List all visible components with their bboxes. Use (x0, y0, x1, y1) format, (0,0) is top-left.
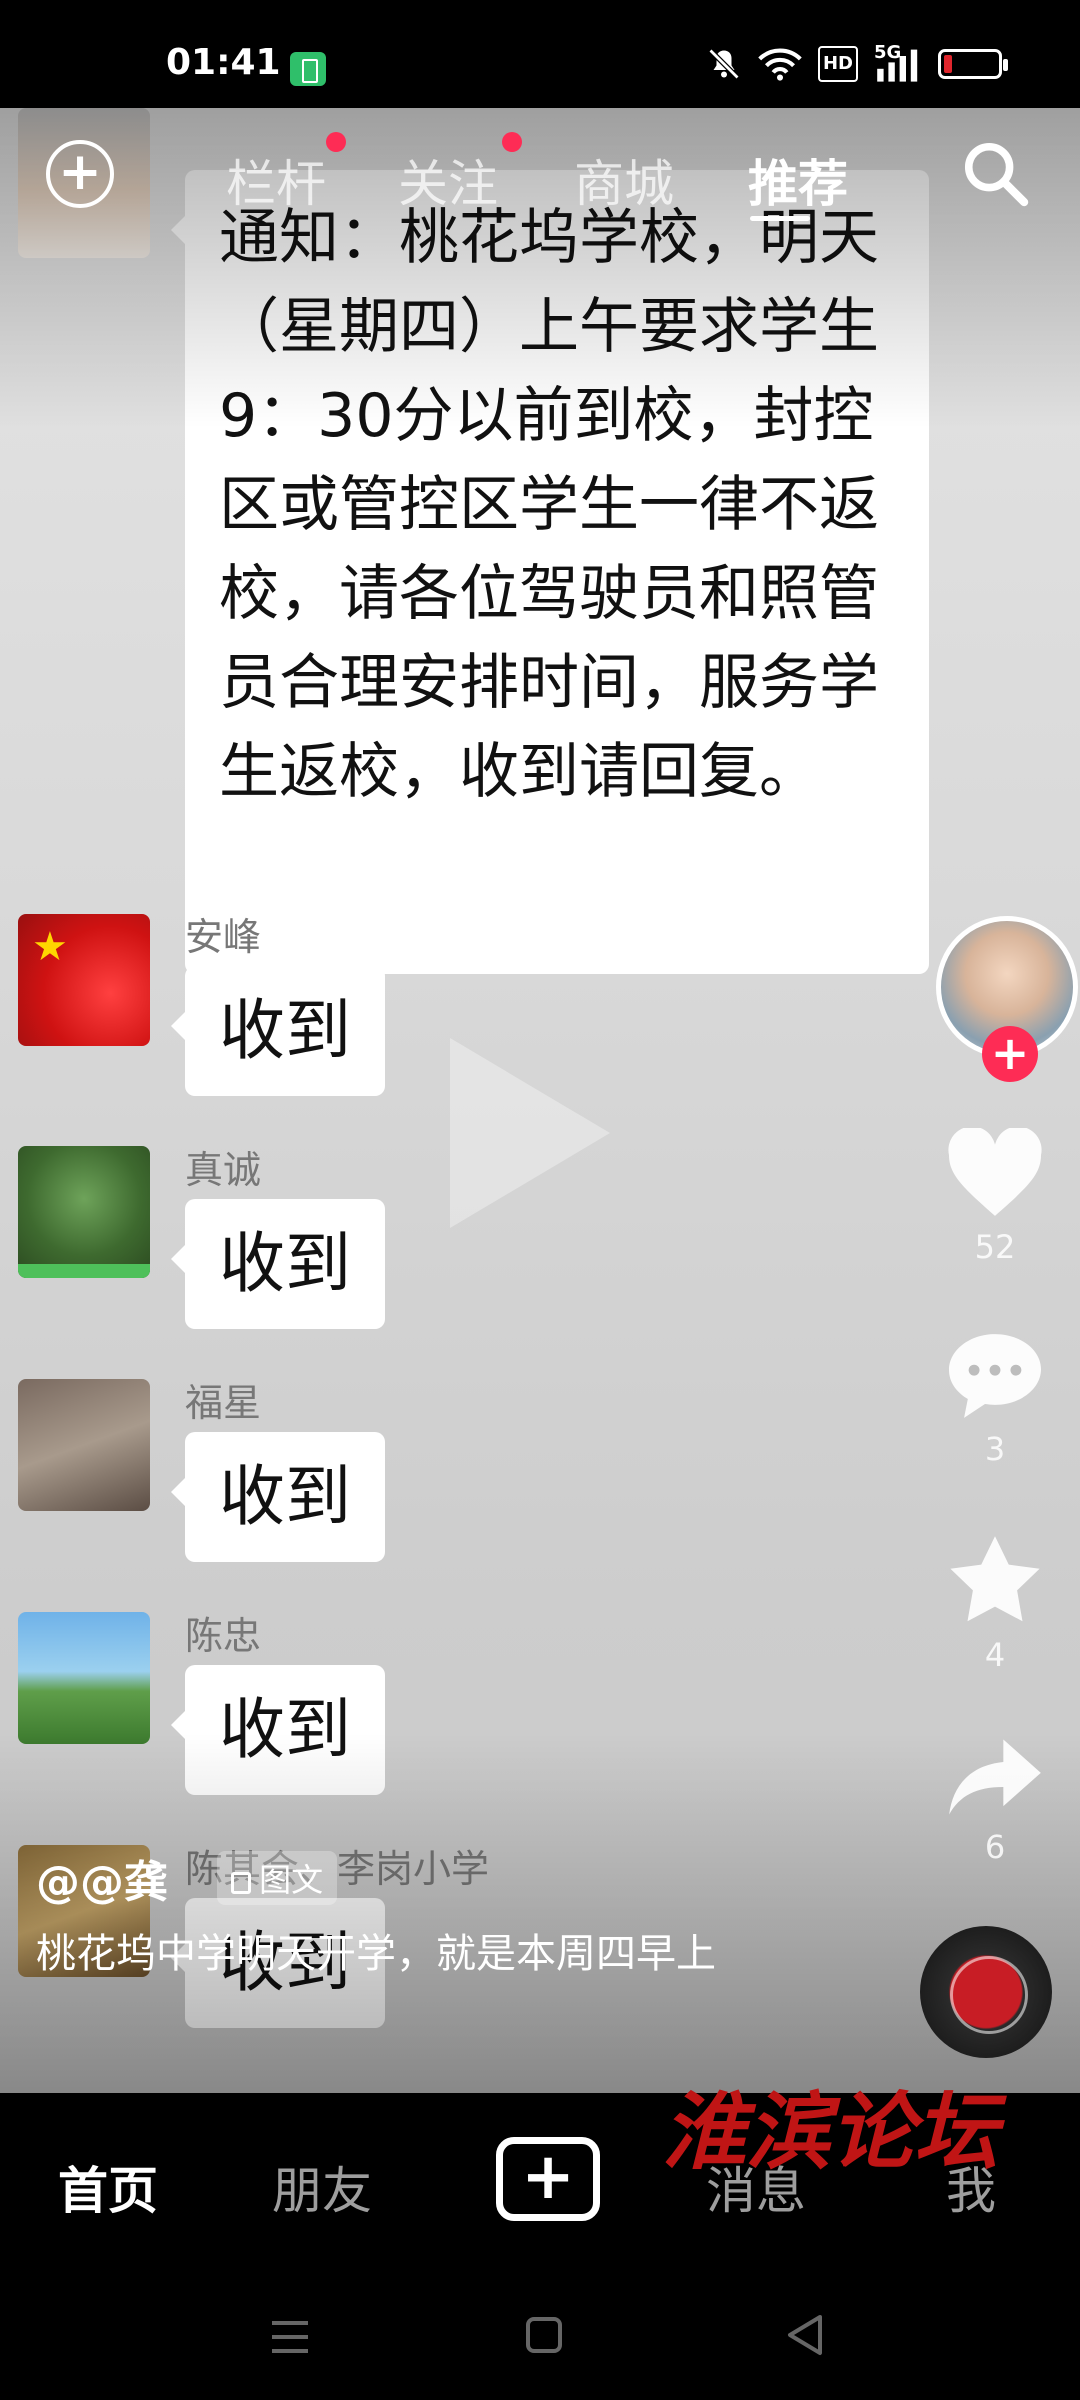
follow-button[interactable]: + (982, 1026, 1038, 1082)
tab-mall[interactable]: 商城 (574, 144, 674, 216)
system-nav-bar (0, 2273, 1080, 2400)
notice-message-bubble: 通知：桃花坞学校，明天（星期四）上午要求学生9：30分以前到校，封控区或管控区学… (171, 170, 929, 974)
star-icon (950, 1536, 1040, 1622)
create-post-button[interactable]: + (496, 2137, 600, 2221)
forum-watermark: 淮滨论坛 (662, 2082, 999, 2181)
status-time: 01:41 (166, 42, 281, 83)
reply-bubble: 收到 (171, 1665, 385, 1795)
tab-dot (326, 132, 346, 152)
music-disc-icon[interactable] (920, 1926, 1052, 2058)
post-type-label: 图文 (259, 1861, 324, 1899)
app-notification-icon (290, 52, 326, 86)
search-icon[interactable] (960, 138, 1030, 208)
home-square-icon[interactable] (524, 2315, 564, 2355)
tab-indicator (750, 216, 810, 221)
reply-bubble: 收到 (171, 1432, 385, 1562)
share-arrow-icon (949, 1739, 1041, 1815)
back-triangle-icon[interactable] (784, 2313, 824, 2357)
chat-avatar-chenzhong (18, 1612, 150, 1744)
network-label: 5G (874, 42, 902, 63)
like-button[interactable]: 52 (940, 1126, 1050, 1266)
share-button[interactable]: 6 (940, 1734, 1050, 1866)
post-content[interactable]: 通知：桃花坞学校，明天（星期四）上午要求学生9：30分以前到校，封控区或管控区学… (0, 108, 1080, 2093)
status-bar: 01:41 HD 5G (0, 0, 1080, 108)
favorite-count: 4 (984, 1636, 1006, 1674)
status-icons: HD 5G (706, 42, 1008, 82)
right-action-rail: + 52 3 4 6 (900, 108, 1080, 2093)
tab-dot (502, 132, 522, 152)
signal-icon: 5G (874, 42, 922, 82)
comment-icon (949, 1334, 1041, 1418)
menu-icon[interactable] (268, 2317, 312, 2357)
tab-recommend[interactable]: 推荐 (748, 144, 848, 216)
favorite-button[interactable]: 4 (940, 1532, 1050, 1674)
post-caption: @@龚 图文 桃花坞中学明天开学，就是本周四早上 (36, 1846, 796, 1988)
image-post-icon (231, 1872, 252, 1894)
caption-text[interactable]: 桃花坞中学明天开学，就是本周四早上 (36, 1920, 796, 1988)
reply-bubble: 收到 (171, 1199, 385, 1329)
comment-count: 3 (984, 1430, 1006, 1468)
share-count: 6 (984, 1828, 1006, 1866)
tab-langan[interactable]: 栏杆 (226, 144, 326, 216)
chat-avatar-fuxing (18, 1379, 150, 1511)
tab-following[interactable]: 关注 (398, 144, 498, 216)
author-name[interactable]: @@龚 (36, 1857, 168, 1908)
nav-home[interactable]: 首页 (58, 2151, 158, 2223)
chat-avatar-anfeng: ★ (18, 914, 150, 1046)
heart-icon (948, 1126, 1042, 1216)
wifi-icon (758, 46, 802, 82)
top-tabs: + 栏杆 关注 商城 推荐 (0, 108, 1080, 258)
play-icon[interactable] (450, 1038, 610, 1228)
like-count: 52 (974, 1228, 1016, 1266)
battery-icon (938, 46, 1008, 82)
sender-name: 安峰 (185, 915, 262, 959)
sender-name: 陈忠 (185, 1614, 262, 1658)
screen: 01:41 HD 5G 通知：桃花坞学校，明天（星期四）上午要求学生9：30分以… (0, 0, 1080, 2400)
reply-bubble: 收到 (171, 966, 385, 1096)
post-type-badge: 图文 (217, 1851, 338, 1905)
comment-button[interactable]: 3 (940, 1330, 1050, 1468)
sender-name: 福星 (185, 1381, 262, 1425)
add-icon[interactable]: + (46, 140, 114, 208)
mute-bell-icon (706, 46, 742, 82)
hd-badge: HD (817, 46, 858, 82)
chat-avatar-zhencheng (18, 1146, 150, 1278)
nav-friends[interactable]: 朋友 (272, 2151, 372, 2223)
sender-name: 真诚 (185, 1148, 262, 1192)
